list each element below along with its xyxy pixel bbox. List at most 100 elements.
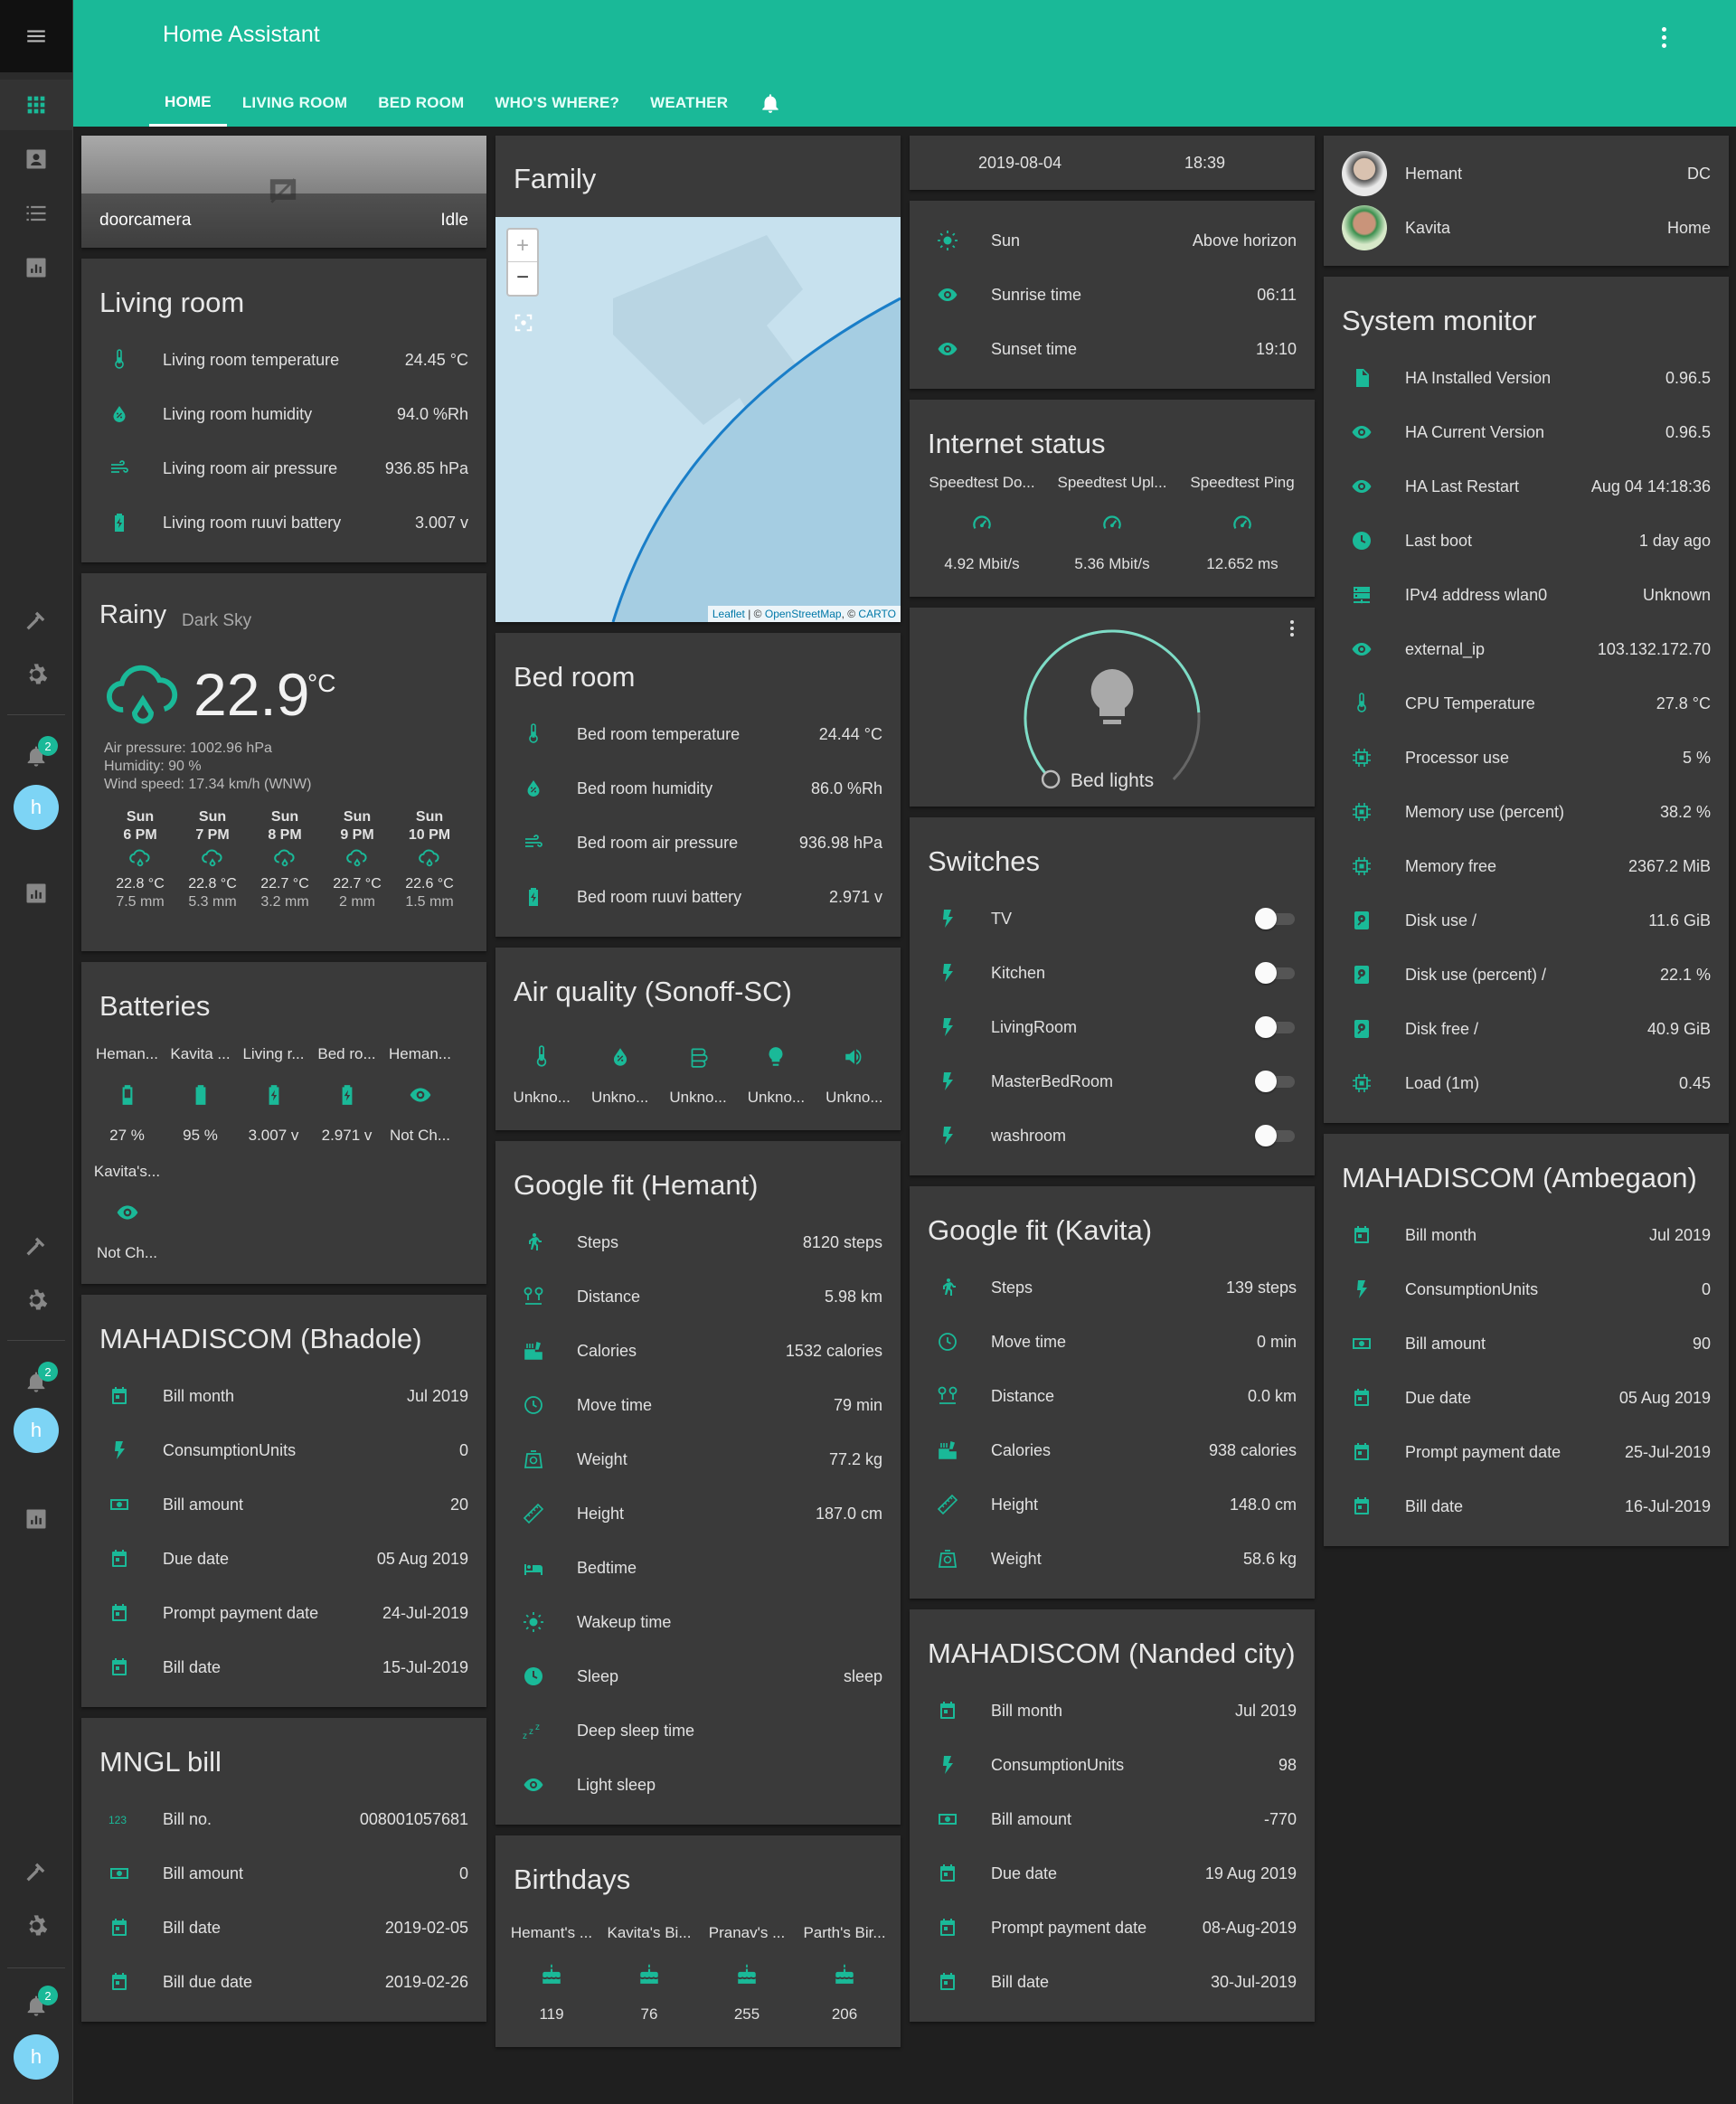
entity-row[interactable]: Height 187.0 cm	[495, 1486, 901, 1541]
entity-row[interactable]: Sleep sleep	[495, 1649, 901, 1703]
birthday-item[interactable]: Kavita's Bi... 76	[600, 1915, 698, 2033]
entity-row[interactable]: Move time 79 min	[495, 1378, 901, 1432]
entity-row[interactable]: Bedtime	[495, 1541, 901, 1595]
entity-row[interactable]: Bill date 2019-02-05	[81, 1901, 486, 1955]
tab-notifications[interactable]	[743, 80, 797, 127]
entity-row[interactable]: HA Installed Version 0.96.5	[1324, 351, 1729, 405]
sidebar-item-developer-tools-2[interactable]	[0, 1221, 72, 1271]
speedtest-item[interactable]: Speedtest Do... 4.92 Mbit/s	[917, 465, 1047, 582]
fit-map-icon[interactable]	[514, 313, 533, 333]
avatar[interactable]: h	[14, 1408, 59, 1453]
entity-row[interactable]: Due date 05 Aug 2019	[81, 1532, 486, 1586]
switch-row[interactable]: LivingRoom	[910, 1000, 1315, 1054]
avatar[interactable]: h	[14, 2034, 59, 2080]
air-quality-item[interactable]: Unkno...	[816, 1034, 893, 1116]
switch-row[interactable]: washroom	[910, 1109, 1315, 1163]
air-quality-item[interactable]: Unkno...	[737, 1034, 815, 1116]
entity-row[interactable]: ConsumptionUnits 98	[910, 1738, 1315, 1792]
entity-row[interactable]: CPU Temperature 27.8 °C	[1324, 676, 1729, 731]
entity-row[interactable]: Bill amount 90	[1324, 1316, 1729, 1371]
entity-row[interactable]: Light sleep	[495, 1758, 901, 1812]
entity-row[interactable]: Bill month Jul 2019	[1324, 1208, 1729, 1262]
entity-row[interactable]: Bill month Jul 2019	[81, 1369, 486, 1423]
person-row[interactable]: Kavita Home	[1324, 201, 1729, 255]
air-quality-item[interactable]: Unkno...	[659, 1034, 737, 1116]
entity-row[interactable]: Memory use (percent) 38.2 %	[1324, 785, 1729, 839]
speedtest-item[interactable]: Speedtest Ping 12.652 ms	[1177, 465, 1307, 582]
entity-row[interactable]: Processor use 5 %	[1324, 731, 1729, 785]
entity-row[interactable]: Prompt payment date 25-Jul-2019	[1324, 1425, 1729, 1479]
entity-row[interactable]: Living room air pressure 936.85 hPa	[81, 441, 486, 495]
battery-item[interactable]: Kavita's... Not Ch...	[90, 1154, 164, 1271]
battery-item[interactable]: Heman... 27 %	[90, 1036, 164, 1154]
switch-toggle[interactable]	[1255, 908, 1297, 929]
menu-button[interactable]	[0, 0, 72, 72]
entity-row[interactable]: Bill date 16-Jul-2019	[1324, 1479, 1729, 1533]
tab-weather[interactable]: WEATHER	[635, 80, 743, 127]
tab-living-room[interactable]: LIVING ROOM	[227, 80, 363, 127]
entity-row[interactable]: Calories 1532 calories	[495, 1324, 901, 1378]
entity-row[interactable]: Sunrise time 06:11	[910, 268, 1315, 322]
birthday-item[interactable]: Pranav's ... 255	[698, 1915, 796, 2033]
entity-row[interactable]: Last boot 1 day ago	[1324, 514, 1729, 568]
switch-toggle[interactable]	[1255, 1016, 1297, 1038]
carto-link[interactable]: CARTO	[858, 608, 896, 620]
map[interactable]: + − Leaflet | © OpenStreetMap, © CARTO	[495, 217, 901, 622]
entity-row[interactable]: Due date 05 Aug 2019	[1324, 1371, 1729, 1425]
entity-row[interactable]: Living room humidity 94.0 %Rh	[81, 387, 486, 441]
entity-row[interactable]: Bill amount 20	[81, 1477, 486, 1532]
entity-row[interactable]: Bed room temperature 24.44 °C	[495, 707, 901, 761]
entity-row[interactable]: Sun Above horizon	[910, 213, 1315, 268]
entity-row[interactable]: Calories 938 calories	[910, 1423, 1315, 1477]
switch-toggle[interactable]	[1255, 1125, 1297, 1146]
sidebar-item-logbook[interactable]	[0, 188, 72, 239]
entity-row[interactable]: Distance 5.98 km	[495, 1269, 901, 1324]
switch-row[interactable]: TV	[910, 892, 1315, 946]
switch-toggle[interactable]	[1255, 1071, 1297, 1092]
entity-row[interactable]: Load (1m) 0.45	[1324, 1056, 1729, 1110]
tab-home[interactable]: HOME	[149, 80, 227, 127]
entity-row[interactable]: Weight 77.2 kg	[495, 1432, 901, 1486]
entity-row[interactable]: Bill due date 2019-02-26	[81, 1955, 486, 2009]
entity-row[interactable]: Bed room ruuvi battery 2.971 v	[495, 870, 901, 924]
entity-row[interactable]: Living room ruuvi battery 3.007 v	[81, 495, 486, 550]
entity-row[interactable]: Due date 19 Aug 2019	[910, 1846, 1315, 1901]
entity-row[interactable]: HA Current Version 0.96.5	[1324, 405, 1729, 459]
entity-row[interactable]: Distance 0.0 km	[910, 1369, 1315, 1423]
sidebar-item-configuration-2[interactable]	[0, 1275, 72, 1326]
entity-row[interactable]: Steps 139 steps	[910, 1260, 1315, 1315]
switch-toggle[interactable]	[1255, 962, 1297, 984]
entity-row[interactable]: Bed room air pressure 936.98 hPa	[495, 816, 901, 870]
entity-row[interactable]: external_ip 103.132.172.70	[1324, 622, 1729, 676]
entity-row[interactable]: Bed room humidity 86.0 %Rh	[495, 761, 901, 816]
entity-row[interactable]: Move time 0 min	[910, 1315, 1315, 1369]
overflow-menu-button[interactable]	[1655, 22, 1673, 52]
birthday-item[interactable]: Hemant's ... 119	[503, 1915, 600, 2033]
switch-row[interactable]: MasterBedRoom	[910, 1054, 1315, 1109]
entity-row[interactable]: Disk use / 11.6 GiB	[1324, 893, 1729, 948]
battery-item[interactable]: Heman... Not Ch...	[383, 1036, 457, 1154]
battery-item[interactable]: Kavita ... 95 %	[164, 1036, 237, 1154]
doorcamera-card[interactable]: doorcamera Idle	[81, 136, 486, 248]
entity-row[interactable]: IPv4 address wlan0 Unknown	[1324, 568, 1729, 622]
air-quality-item[interactable]: Unkno...	[580, 1034, 658, 1116]
sidebar-item-configuration[interactable]	[0, 649, 72, 700]
entity-row[interactable]: Disk use (percent) / 22.1 %	[1324, 948, 1729, 1002]
entity-row[interactable]: Weight 58.6 kg	[910, 1532, 1315, 1586]
tab-who-s-where[interactable]: WHO'S WHERE?	[479, 80, 635, 127]
entity-row[interactable]: Bill amount -770	[910, 1792, 1315, 1846]
air-quality-item[interactable]: Unkno...	[503, 1034, 580, 1116]
weather-card[interactable]: Rainy Dark Sky 22.9 °C Air pressure: 100…	[81, 573, 486, 951]
entity-row[interactable]: Bill date 15-Jul-2019	[81, 1640, 486, 1694]
leaflet-link[interactable]: Leaflet	[712, 608, 745, 620]
entity-row[interactable]: Disk free / 40.9 GiB	[1324, 1002, 1729, 1056]
sidebar-item-overview[interactable]	[0, 80, 72, 130]
entity-row[interactable]: Bill month Jul 2019	[910, 1684, 1315, 1738]
notifications-button-2[interactable]: 2	[0, 1356, 72, 1407]
entity-row[interactable]: 123 Bill no. 008001057681	[81, 1792, 486, 1846]
entity-row[interactable]: Height 148.0 cm	[910, 1477, 1315, 1532]
entity-row[interactable]: Memory free 2367.2 MiB	[1324, 839, 1729, 893]
avatar[interactable]: h	[14, 785, 59, 830]
battery-item[interactable]: Bed ro... 2.971 v	[310, 1036, 383, 1154]
battery-item[interactable]: Living r... 3.007 v	[237, 1036, 310, 1154]
